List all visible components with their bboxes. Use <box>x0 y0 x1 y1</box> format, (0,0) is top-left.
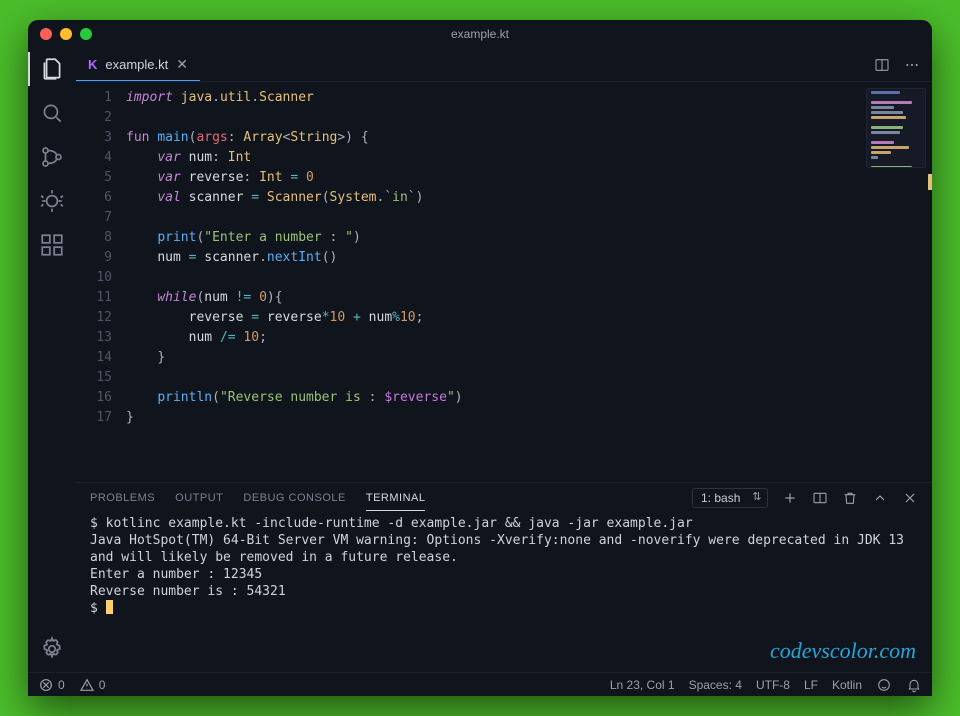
main-area: K example.kt ✕ 1234567891011121314151617… <box>76 48 932 672</box>
search-icon[interactable] <box>39 100 65 126</box>
panel-tab-debug-console[interactable]: DEBUG CONSOLE <box>243 486 345 510</box>
extensions-icon[interactable] <box>39 232 65 258</box>
explorer-icon[interactable] <box>39 56 65 82</box>
panel-tab-terminal[interactable]: TERMINAL <box>366 486 426 511</box>
tab-filename: example.kt <box>105 57 168 72</box>
panel-tabs: PROBLEMS OUTPUT DEBUG CONSOLE TERMINAL 1… <box>76 483 932 513</box>
status-indentation[interactable]: Spaces: 4 <box>689 678 742 692</box>
status-warnings[interactable]: 0 <box>79 677 106 693</box>
source-control-icon[interactable] <box>39 144 65 170</box>
kill-terminal-icon[interactable] <box>842 490 858 506</box>
overview-ruler-marker <box>928 174 932 190</box>
split-terminal-icon[interactable] <box>812 490 828 506</box>
window-title: example.kt <box>28 27 932 41</box>
new-terminal-icon[interactable] <box>782 490 798 506</box>
status-bar: 0 0 Ln 23, Col 1 Spaces: 4 UTF-8 LF Kotl… <box>28 672 932 696</box>
tab-actions <box>874 48 932 81</box>
watermark-text: codevscolor.com <box>770 638 916 664</box>
warning-icon <box>79 677 95 693</box>
close-panel-icon[interactable] <box>902 490 918 506</box>
status-notifications-icon[interactable] <box>906 677 922 693</box>
error-icon <box>38 677 54 693</box>
code-editor[interactable]: 1234567891011121314151617 import java.ut… <box>76 82 932 482</box>
status-eol[interactable]: LF <box>804 678 818 692</box>
status-language[interactable]: Kotlin <box>832 678 862 692</box>
panel-tab-problems[interactable]: PROBLEMS <box>90 486 155 510</box>
terminal-select-dropdown[interactable]: 1: bash <box>692 488 768 508</box>
activity-bar <box>28 48 76 672</box>
more-actions-icon[interactable] <box>904 57 920 73</box>
vscode-window: example.kt <box>28 20 932 696</box>
status-feedback-icon[interactable] <box>876 677 892 693</box>
status-encoding[interactable]: UTF-8 <box>756 678 790 692</box>
debug-icon[interactable] <box>39 188 65 214</box>
settings-gear-icon[interactable] <box>39 636 65 662</box>
minimap[interactable] <box>866 88 926 168</box>
tab-example-kt[interactable]: K example.kt ✕ <box>76 48 200 81</box>
split-editor-icon[interactable] <box>874 57 890 73</box>
terminal-selector[interactable]: 1: bash <box>692 488 768 508</box>
kotlin-file-icon: K <box>88 57 97 72</box>
titlebar: example.kt <box>28 20 932 48</box>
code-content[interactable]: import java.util.Scanner fun main(args: … <box>122 82 932 482</box>
status-errors[interactable]: 0 <box>38 677 65 693</box>
maximize-panel-icon[interactable] <box>872 490 888 506</box>
line-gutter: 1234567891011121314151617 <box>76 82 122 482</box>
window-body: K example.kt ✕ 1234567891011121314151617… <box>28 48 932 672</box>
close-tab-icon[interactable]: ✕ <box>176 56 188 73</box>
status-cursor-pos[interactable]: Ln 23, Col 1 <box>610 678 675 692</box>
bottom-panel: PROBLEMS OUTPUT DEBUG CONSOLE TERMINAL 1… <box>76 482 932 672</box>
panel-tab-output[interactable]: OUTPUT <box>175 486 223 510</box>
editor-tabs: K example.kt ✕ <box>76 48 932 82</box>
